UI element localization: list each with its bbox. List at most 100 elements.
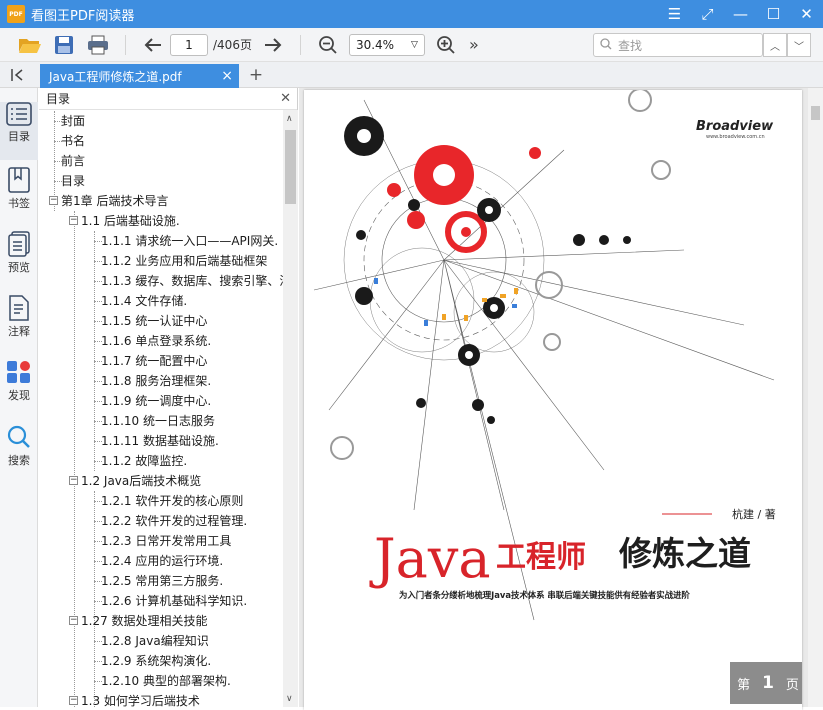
title-bar: PDF 看图王PDF阅读器 ☰ ⤢ — ☐ ✕ <box>0 0 823 28</box>
save-icon <box>55 35 73 54</box>
toc-header: 目录 ✕ <box>39 88 297 110</box>
collapse-node-icon[interactable]: − <box>69 216 78 225</box>
toc-item[interactable]: 目录 <box>61 171 85 191</box>
page-suffix: 页 <box>785 677 799 693</box>
publisher-logo: Broadview <box>696 119 774 134</box>
open-folder-button[interactable] <box>13 30 47 60</box>
toc-item[interactable]: 1.27 数据处理相关技能 <box>81 611 208 631</box>
scroll-up-icon[interactable]: ∧ <box>286 114 293 124</box>
toc-item[interactable]: 前言 <box>61 151 85 171</box>
nav-item-search[interactable]: 搜索 <box>0 424 38 482</box>
gear-red-large <box>387 145 541 253</box>
collapse-node-icon[interactable]: − <box>69 616 78 625</box>
bookmark-icon <box>8 167 30 193</box>
toc-item[interactable]: 1.2.8 Java编程知识 <box>101 631 209 651</box>
print-icon <box>88 35 108 54</box>
toc-item[interactable]: 封面 <box>61 111 85 131</box>
nav-item-preview[interactable]: 预览 <box>0 231 38 289</box>
chevron-up-icon: ︿ <box>770 41 780 53</box>
collapse-node-icon[interactable]: − <box>69 476 78 485</box>
nav-label: 书签 <box>8 197 30 210</box>
arrow-right-icon <box>264 37 282 52</box>
menu-icon[interactable]: ☰ <box>658 0 691 28</box>
nav-item-discover[interactable]: 发现 <box>0 359 38 417</box>
toc-item[interactable]: 1.2 Java后端技术概览 <box>81 471 201 491</box>
nav-item-toc[interactable]: 目录 <box>0 102 38 160</box>
cover-illustration: Broadview www.broadview.com.cn 杭建 / 著 Ja… <box>313 90 776 621</box>
search-prev-button[interactable]: ︿ <box>763 33 787 57</box>
book-title-black: 修炼之道 <box>618 534 751 573</box>
next-page-button[interactable] <box>256 30 290 60</box>
close-panel-icon[interactable]: ✕ <box>280 91 291 106</box>
publisher-url: www.broadview.com.cn <box>706 134 765 140</box>
prev-page-button[interactable] <box>136 30 170 60</box>
app-title: 看图王PDF阅读器 <box>31 8 135 24</box>
toc-item[interactable]: 1.1.1 请求统一入口——API网关. <box>101 231 278 251</box>
nav-item-bookmarks[interactable]: 书签 <box>0 167 38 225</box>
zoom-in-button[interactable] <box>429 30 463 60</box>
arrow-left-icon <box>144 37 161 52</box>
fullscreen-icon[interactable]: ⤢ <box>691 0 724 28</box>
viewer-scroll-thumb[interactable] <box>811 106 820 120</box>
toc-title: 目录 <box>46 92 71 106</box>
toc-item[interactable]: 书名 <box>61 131 85 151</box>
nav-label: 注释 <box>8 325 30 338</box>
toc-item[interactable]: 1.1.2 业务应用和后端基础框架 <box>101 251 267 271</box>
print-button[interactable] <box>81 30 115 60</box>
book-title-red: 工程师 <box>496 540 586 575</box>
collapse-sidebar-button[interactable] <box>8 65 28 85</box>
close-icon[interactable]: ✕ <box>790 0 823 28</box>
scroll-down-icon[interactable]: ∨ <box>286 694 293 704</box>
more-tools-button[interactable]: » <box>469 35 479 54</box>
toc-item[interactable]: 1.1.10 统一日志服务 <box>101 411 215 431</box>
folder-icon <box>19 38 41 53</box>
toc-item[interactable]: 1.2.3 日常开发常用工具 <box>101 531 231 551</box>
tab-bar: Java工程师修炼之道.pdf × + <box>0 62 823 88</box>
toc-item[interactable]: 1.1.6 单点登录系统. <box>101 331 211 351</box>
toolbar-divider <box>299 34 301 55</box>
zoom-out-button[interactable] <box>311 30 345 60</box>
save-button[interactable] <box>47 30 81 60</box>
toc-item[interactable]: 1.2.1 软件开发的核心原则 <box>101 491 243 511</box>
toc-item[interactable]: 1.2.4 应用的运行环境. <box>101 551 223 571</box>
main-toolbar: 1 /406页 30.4% ▽ » 查找 ︿ ﹀ <box>0 28 823 62</box>
book-subtitle: 为入门者条分缕析地梳理Java技术体系 串联后端关键技能供有经验者实战进阶 <box>399 590 690 600</box>
toc-scroll-thumb[interactable] <box>285 130 296 204</box>
search-icon <box>600 37 612 53</box>
toc-item[interactable]: 1.1.9 统一调度中心. <box>101 391 211 411</box>
search-input[interactable]: 查找 <box>593 33 763 57</box>
tab-document[interactable]: Java工程师修炼之道.pdf × <box>40 64 239 88</box>
toc-item[interactable]: 1.1.4 文件存储. <box>101 291 187 311</box>
maximize-icon[interactable]: ☐ <box>757 0 790 28</box>
toc-item[interactable]: 1.3 如何学习后端技术 <box>81 691 200 707</box>
viewer-scrollbar[interactable] <box>808 88 823 707</box>
toc-item[interactable]: 1.1.7 统一配置中心 <box>101 351 207 371</box>
page-number-input[interactable]: 1 <box>170 33 208 56</box>
new-tab-button[interactable]: + <box>246 64 266 86</box>
toc-item[interactable]: 第1章 后端技术导言 <box>61 191 168 211</box>
toc-item[interactable]: 1.1.5 统一认证中心 <box>101 311 207 331</box>
document-viewer[interactable]: Broadview www.broadview.com.cn 杭建 / 著 Ja… <box>299 88 823 710</box>
toc-item[interactable]: 1.1.2 故障监控. <box>101 451 187 471</box>
search-next-button[interactable]: ﹀ <box>787 33 811 57</box>
zoom-select[interactable]: 30.4% ▽ <box>348 33 425 56</box>
toc-item[interactable]: 1.2.6 计算机基础科学知识. <box>101 591 247 611</box>
collapse-node-icon[interactable]: − <box>49 196 58 205</box>
toc-scrollbar[interactable]: ∧ ∨ <box>283 110 298 707</box>
collapse-left-icon <box>11 69 23 81</box>
toc-item[interactable]: 1.2.5 常用第三方服务. <box>101 571 223 591</box>
toc-item[interactable]: 1.1.8 服务治理框架. <box>101 371 211 391</box>
book-title-latin: Java <box>369 527 491 590</box>
minimize-icon[interactable]: — <box>724 0 757 28</box>
toc-item[interactable]: 1.2.10 典型的部署架构. <box>101 671 231 691</box>
toc-item[interactable]: 1.1.11 数据基础设施. <box>101 431 219 451</box>
close-tab-icon[interactable]: × <box>221 68 233 84</box>
toc-item[interactable]: 1.2.2 软件开发的过程管理. <box>101 511 247 531</box>
nav-item-annotations[interactable]: 注释 <box>0 295 38 353</box>
app-logo: PDF <box>7 5 25 23</box>
tab-title: Java工程师修炼之道.pdf <box>49 69 182 84</box>
toc-item[interactable]: 1.1.3 缓存、数据库、搜索引擎、消 <box>101 271 283 291</box>
toc-item[interactable]: 1.1 后端基础设施. <box>81 211 180 231</box>
collapse-node-icon[interactable]: − <box>69 696 78 705</box>
toc-item[interactable]: 1.2.9 系统架构演化. <box>101 651 211 671</box>
